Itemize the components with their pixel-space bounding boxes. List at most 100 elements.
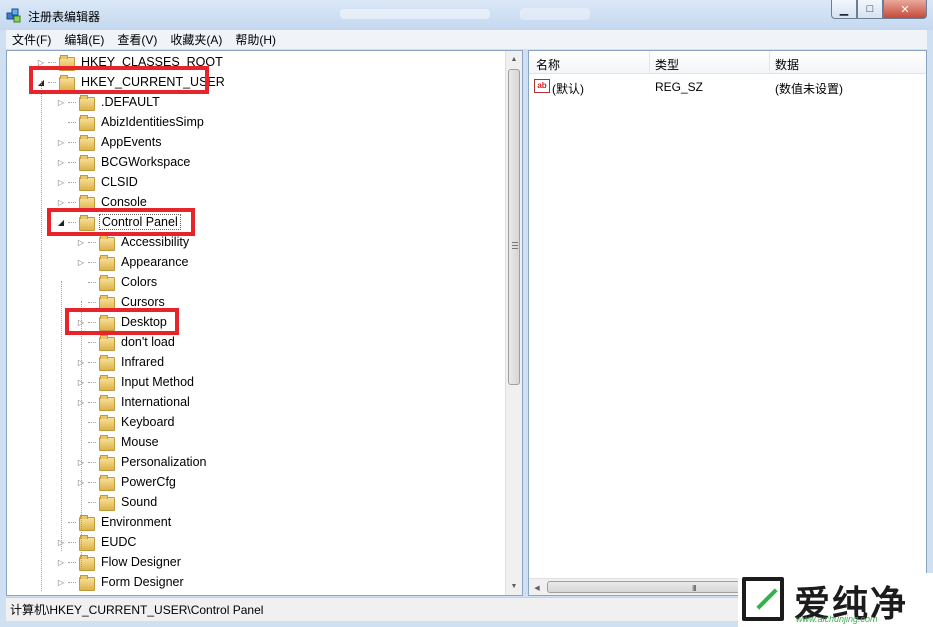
tree-item-label: Colors <box>121 275 158 289</box>
tree-item[interactable]: don't load <box>75 332 177 352</box>
tree-item-label: Accessibility <box>121 235 190 249</box>
expand-arrow-icon[interactable]: ▷ <box>55 156 67 168</box>
tree-connector <box>68 521 76 523</box>
tree-item-label: don't load <box>121 335 175 349</box>
tree-item[interactable]: Environment <box>55 512 173 532</box>
folder-icon <box>99 395 115 411</box>
menu-file[interactable]: 文件(F) <box>6 31 57 48</box>
highlight-box <box>29 66 209 94</box>
tree-item[interactable]: ▷ PowerCfg <box>75 472 178 492</box>
tree-item[interactable]: ▷ Form Designer <box>55 572 186 592</box>
column-separator[interactable] <box>649 51 650 74</box>
tree-item[interactable]: ▷ International <box>75 392 192 412</box>
tree-connector <box>68 201 76 203</box>
tree-item[interactable]: ▷ EUDC <box>55 532 138 552</box>
menu-bar: 文件(F) 编辑(E) 查看(V) 收藏夹(A) 帮助(H) <box>6 30 927 49</box>
tree-connector <box>88 401 96 403</box>
expand-arrow-icon[interactable]: ▷ <box>55 196 67 208</box>
maximize-button[interactable]: □ <box>857 0 883 19</box>
value-data: (数值未设置) <box>775 82 843 96</box>
expand-arrow-icon[interactable]: ▷ <box>55 576 67 588</box>
folder-icon <box>99 295 115 311</box>
menu-view[interactable]: 查看(V) <box>111 31 163 48</box>
tree-item-label: AbizIdentitiesSimp <box>101 115 204 129</box>
tree-item-label: AppEvents <box>101 135 162 149</box>
tree-connector-line <box>81 301 82 571</box>
tree-item[interactable]: ▷ .DEFAULT <box>55 92 162 112</box>
tree-vertical-scrollbar[interactable]: ▲ ▼ <box>505 51 522 595</box>
menu-help[interactable]: 帮助(H) <box>229 31 282 48</box>
folder-icon <box>79 155 95 171</box>
folder-icon <box>99 255 115 271</box>
folder-icon <box>99 435 115 451</box>
scroll-up-arrow-icon[interactable]: ▲ <box>506 51 522 68</box>
expand-arrow-icon[interactable]: ▷ <box>55 136 67 148</box>
tree-item-label: Input Method <box>121 375 194 389</box>
grip-icon <box>512 242 518 251</box>
tree-connector-line <box>41 81 42 591</box>
folder-icon <box>79 575 95 591</box>
tree-item[interactable]: ▷ CLSID <box>55 172 140 192</box>
tree-connector <box>88 481 96 483</box>
expand-arrow-icon[interactable]: ▷ <box>75 256 87 268</box>
registry-tree-pane[interactable]: ▷ HKEY_CLASSES_ROOT ◢ HKEY_CURRENT_USER ▷ .DE… <box>6 50 523 596</box>
tree-connector <box>88 441 96 443</box>
tree-item[interactable]: ▷ AppEvents <box>55 132 163 152</box>
folder-icon <box>99 275 115 291</box>
values-list-pane[interactable]: 名称 类型 数据 ab (默认) REG_SZ (数值未设置) ◀ III <box>528 50 927 596</box>
folder-icon <box>79 175 95 191</box>
registry-editor-icon <box>6 8 21 23</box>
close-button[interactable]: ✕ <box>883 0 927 19</box>
tree-connector <box>68 121 76 123</box>
tree-connector <box>68 581 76 583</box>
folder-icon <box>99 335 115 351</box>
tree-item-label: Personalization <box>121 455 207 469</box>
folder-icon <box>99 355 115 371</box>
folder-icon <box>99 475 115 491</box>
status-path: 计算机\HKEY_CURRENT_USER\Control Panel <box>10 603 264 617</box>
tree-item[interactable]: Colors <box>75 272 159 292</box>
minimize-button[interactable]: ▁ <box>831 0 857 19</box>
tree-item-label: Keyboard <box>121 415 175 429</box>
menu-favorites[interactable]: 收藏夹(A) <box>164 31 228 48</box>
scroll-left-arrow-icon[interactable]: ◀ <box>529 579 545 596</box>
expand-arrow-icon[interactable]: ▷ <box>55 556 67 568</box>
expand-arrow-icon[interactable]: ▷ <box>55 176 67 188</box>
tree-connector <box>88 361 96 363</box>
value-row[interactable]: ab (默认) REG_SZ (数值未设置) <box>529 77 926 97</box>
tree-item[interactable]: ▷ Personalization <box>75 452 208 472</box>
tree-item[interactable]: ▷ Input Method <box>75 372 196 392</box>
tree-item-label: Cursors <box>121 295 165 309</box>
window-controls: ▁ □ ✕ <box>831 0 927 19</box>
tree-item-label: International <box>121 395 190 409</box>
tree-item[interactable]: AbizIdentitiesSimp <box>55 112 206 132</box>
tree-item[interactable]: ▷ BCGWorkspace <box>55 152 192 172</box>
column-header-name[interactable]: 名称 <box>536 56 560 73</box>
tree-item[interactable]: ▷ Flow Designer <box>55 552 183 572</box>
tree-item-label: Console <box>101 195 147 209</box>
scrollbar-thumb[interactable] <box>508 69 520 385</box>
scroll-down-arrow-icon[interactable]: ▼ <box>506 578 522 595</box>
tree-item[interactable]: Keyboard <box>75 412 177 432</box>
tree-connector <box>68 141 76 143</box>
tree-connector <box>55 116 67 128</box>
tree-connector <box>68 101 76 103</box>
tree-connector <box>88 461 96 463</box>
expand-arrow-icon[interactable]: ▷ <box>55 96 67 108</box>
logo-slash <box>756 588 778 610</box>
tree-item-label: EUDC <box>101 535 137 549</box>
tree-item-label: Infrared <box>121 355 165 369</box>
title-glass-reflection <box>520 8 590 20</box>
column-header-data[interactable]: 数据 <box>775 56 799 73</box>
tree-connector <box>88 261 96 263</box>
watermark: 爱纯净 www.aichunjing.com <box>738 573 933 627</box>
column-header-type[interactable]: 类型 <box>655 56 679 73</box>
tree-item[interactable]: ▷ Infrared <box>75 352 166 372</box>
menu-edit[interactable]: 编辑(E) <box>58 31 110 48</box>
tree-item[interactable]: Sound <box>75 492 159 512</box>
tree-item[interactable]: ▷ Appearance <box>75 252 190 272</box>
tree-connector <box>88 281 96 283</box>
expand-arrow-icon[interactable]: ▷ <box>75 236 87 248</box>
tree-item[interactable]: Mouse <box>75 432 161 452</box>
column-separator[interactable] <box>769 51 770 74</box>
